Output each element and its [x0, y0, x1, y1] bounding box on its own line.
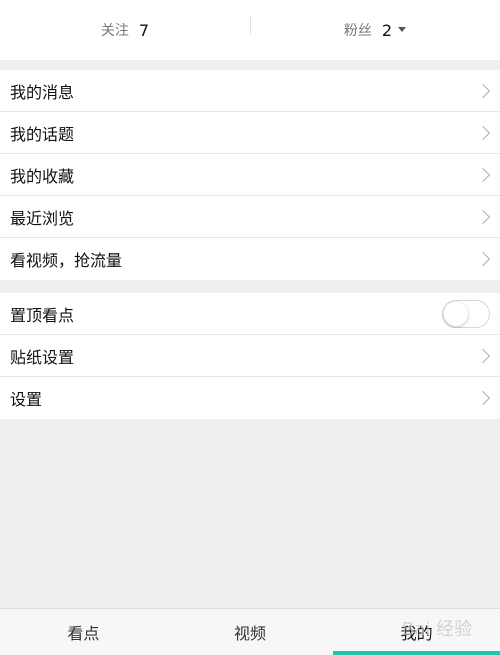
active-tab-indicator — [333, 651, 500, 655]
menu-group-personal: 我的消息 我的话题 我的收藏 最近浏览 看视频，抢流量 — [0, 70, 500, 280]
menu-item-recent[interactable]: 最近浏览 — [0, 196, 500, 238]
chevron-right-icon — [475, 251, 491, 267]
caret-down-icon — [398, 26, 407, 32]
stats-bar: 关注 7 粉丝 2 — [0, 0, 500, 60]
menu-item-label: 最近浏览 — [10, 208, 75, 228]
menu-item-label: 看视频，抢流量 — [10, 251, 123, 270]
menu-item-topics[interactable]: 我的话题 — [0, 112, 500, 154]
menu-item-sticker-settings[interactable]: 贴纸设置 — [0, 335, 500, 377]
watermark: Bai 经验 — [401, 619, 472, 640]
menu-group-settings: 置顶看点 贴纸设置 设置 — [0, 293, 500, 419]
menu-item-label: 贴纸设置 — [10, 347, 75, 367]
tab-label: 看点 — [67, 624, 100, 643]
menu-item-label: 我的收藏 — [10, 166, 75, 186]
menu-item-messages[interactable]: 我的消息 — [0, 70, 500, 112]
fans-stat[interactable]: 粉丝 2 — [250, 20, 500, 40]
menu-item-favorites[interactable]: 我的收藏 — [0, 154, 500, 196]
chevron-right-icon — [475, 390, 491, 406]
menu-item-settings[interactable]: 设置 — [0, 377, 500, 419]
fans-label: 粉丝 — [343, 23, 372, 39]
menu-item-video-data[interactable]: 看视频，抢流量 — [0, 238, 500, 280]
follow-count: 7 — [138, 20, 150, 40]
chevron-right-icon — [475, 348, 491, 363]
chevron-right-icon — [475, 125, 491, 140]
chevron-right-icon — [475, 209, 491, 224]
menu-item-label: 置顶看点 — [10, 305, 75, 325]
follow-stat[interactable]: 关注 7 — [0, 20, 250, 40]
menu-item-label: 我的话题 — [10, 124, 75, 144]
stats-divider — [250, 16, 251, 34]
menu-item-label: 设置 — [10, 390, 43, 409]
chevron-right-icon — [475, 83, 491, 98]
pin-toggle[interactable] — [442, 299, 490, 328]
tab-label: 视频 — [234, 624, 267, 643]
fans-count: 2 — [381, 20, 393, 40]
toggle-knob — [444, 301, 468, 326]
menu-item-label: 我的消息 — [10, 82, 75, 102]
chevron-right-icon — [475, 167, 491, 182]
follow-label: 关注 — [100, 23, 129, 39]
menu-item-pin-top: 置顶看点 — [0, 293, 500, 335]
tab-video[interactable]: 视频 — [167, 609, 334, 655]
tab-kandian[interactable]: 看点 — [0, 609, 167, 655]
